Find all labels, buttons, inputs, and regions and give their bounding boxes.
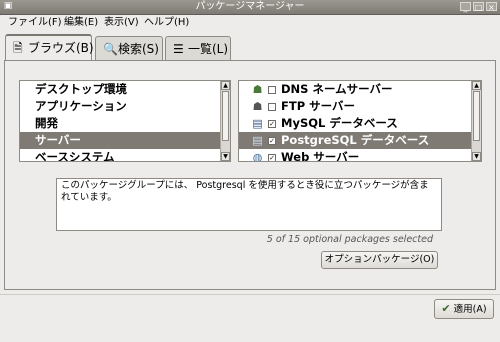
- maximize-button[interactable]: □: [473, 2, 484, 12]
- package-checkbox[interactable]: ✓: [268, 120, 276, 128]
- web-server-icon: ◍: [252, 151, 263, 162]
- menu-edit[interactable]: 編集(E): [64, 16, 98, 30]
- check-icon: ✔: [441, 302, 451, 315]
- package-checkbox[interactable]: ✓: [268, 137, 276, 145]
- menu-help[interactable]: ヘルプ(H): [144, 16, 189, 30]
- menu-bar: ファイル(F) 編集(E) 表示(V) ヘルプ(H): [0, 15, 500, 31]
- scroll-thumb[interactable]: [222, 91, 229, 141]
- close-button[interactable]: ×: [486, 2, 497, 12]
- package-checkbox[interactable]: [268, 103, 276, 111]
- list-item-selected[interactable]: サーバー: [20, 132, 230, 149]
- menu-view[interactable]: 表示(V): [104, 16, 139, 30]
- selected-count: 5 of 15 optional packages selected: [266, 234, 433, 245]
- scroll-up-arrow-icon[interactable]: ▲: [472, 81, 481, 90]
- minimize-button[interactable]: _: [460, 2, 471, 12]
- package-list-scrollbar[interactable]: ▲ ▼: [471, 81, 481, 161]
- package-label: MySQL データベース: [281, 116, 398, 130]
- list-item[interactable]: ◍ ✓ Web サーバー: [239, 149, 481, 162]
- apply-label: 適用(A): [453, 304, 487, 315]
- list-item[interactable]: ☗ FTP サーバー: [239, 98, 481, 115]
- group-label: デスクトップ環境: [35, 82, 127, 96]
- tab-browse-label: ブラウズ(B): [28, 41, 94, 55]
- list-item[interactable]: 開発: [20, 115, 230, 132]
- package-checkbox[interactable]: [268, 86, 276, 94]
- package-label: DNS ネームサーバー: [281, 82, 393, 96]
- list-item[interactable]: アプリケーション: [20, 98, 230, 115]
- package-label: PostgreSQL データベース: [281, 133, 430, 147]
- list-item[interactable]: ベースシステム: [20, 149, 230, 162]
- group-list[interactable]: デスクトップ環境 アプリケーション 開発 サーバー ベースシステム ▲ ▼: [19, 80, 231, 162]
- menu-file[interactable]: ファイル(F): [8, 16, 62, 30]
- group-label: ベースシステム: [35, 150, 115, 162]
- separator: [0, 294, 500, 295]
- scroll-down-arrow-icon[interactable]: ▼: [221, 152, 230, 161]
- list-item-selected[interactable]: ▤ ✓ PostgreSQL データベース: [239, 132, 481, 149]
- scroll-up-arrow-icon[interactable]: ▲: [221, 81, 230, 90]
- group-label: 開発: [35, 116, 58, 130]
- package-label: Web サーバー: [281, 150, 360, 162]
- browse-icon: 🗎: [13, 41, 23, 55]
- tab-browse[interactable]: 🗎 ブラウズ(B): [5, 34, 94, 61]
- scroll-down-arrow-icon[interactable]: ▼: [472, 152, 481, 161]
- group-label: アプリケーション: [35, 99, 127, 113]
- tab-search[interactable]: 🔍 検索(S): [95, 36, 163, 61]
- database-icon: ▤: [252, 134, 263, 147]
- package-label: FTP サーバー: [281, 99, 356, 113]
- description-text: このパッケージグループには、 Postgresql を使用するとき役に立つパッケ…: [56, 178, 442, 231]
- tab-list[interactable]: ☰ 一覧(L): [165, 36, 231, 61]
- group-label: サーバー: [35, 133, 81, 147]
- tab-search-label: 検索(S): [118, 42, 159, 56]
- window-title: パッケージマネージャー: [195, 1, 305, 12]
- list-item[interactable]: ▤ ✓ MySQL データベース: [239, 115, 481, 132]
- package-checkbox[interactable]: ✓: [268, 154, 276, 161]
- tab-list-label: 一覧(L): [188, 42, 229, 56]
- list-item[interactable]: ☗ DNS ネームサーバー: [239, 81, 481, 98]
- optional-packages-button[interactable]: オプションパッケージ(O): [321, 251, 438, 269]
- optional-packages-label: オプションパッケージ(O): [324, 254, 435, 265]
- apply-button[interactable]: ✔ 適用(A): [434, 299, 494, 319]
- title-bar[interactable]: ▣ パッケージマネージャー _ □ ×: [0, 0, 500, 15]
- database-icon: ▤: [252, 117, 263, 130]
- list-icon: ☰: [173, 42, 184, 56]
- package-list[interactable]: ☗ DNS ネームサーバー ☗ FTP サーバー ▤ ✓ MySQL データベー…: [238, 80, 482, 162]
- scroll-thumb[interactable]: [473, 91, 480, 141]
- search-icon: 🔍: [103, 42, 118, 56]
- dns-icon: ☗: [252, 83, 263, 96]
- ftp-icon: ☗: [252, 100, 263, 113]
- group-list-scrollbar[interactable]: ▲ ▼: [220, 81, 230, 161]
- list-item[interactable]: デスクトップ環境: [20, 81, 230, 98]
